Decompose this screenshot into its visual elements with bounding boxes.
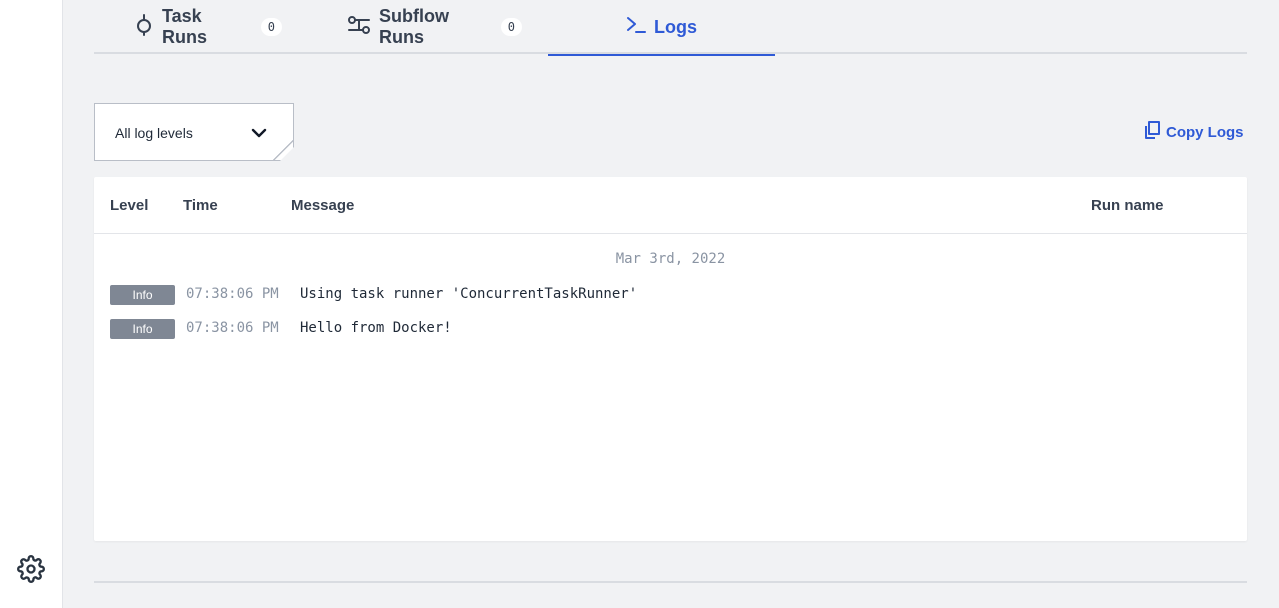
settings-gear-icon[interactable] (17, 555, 45, 583)
tab-logs-label: Logs (654, 16, 697, 37)
header-run-name: Run name (1091, 197, 1164, 214)
select-corner-decoration (273, 140, 293, 160)
subflow-icon (347, 15, 371, 40)
tab-bar: Task Runs 0 Subflow Runs 0 Logs (94, 0, 1247, 56)
log-time: 07:38:06 PM (186, 286, 279, 302)
terminal-icon (626, 16, 646, 39)
copy-logs-button[interactable]: Copy Logs (1144, 121, 1244, 143)
logs-table-header: Level Time Message Run name (94, 177, 1247, 234)
chevron-down-icon (250, 124, 268, 147)
tab-subflow-runs-label: Subflow Runs (379, 6, 449, 47)
log-level-badge: Info (110, 285, 175, 305)
tab-subflow-runs[interactable]: Subflow Runs 0 (347, 0, 522, 54)
log-date-divider: Mar 3rd, 2022 (615, 251, 726, 267)
task-runs-count: 0 (260, 18, 282, 36)
log-level-badge: Info (110, 319, 175, 339)
sidebar (0, 0, 63, 608)
tab-logs[interactable]: Logs (548, 0, 775, 56)
log-message: Hello from Docker! (300, 320, 452, 336)
header-level: Level (110, 197, 149, 214)
header-message: Message (291, 197, 355, 214)
log-message: Using task runner 'ConcurrentTaskRunner' (300, 286, 638, 302)
header-time: Time (183, 197, 218, 214)
subflow-runs-count: 0 (500, 18, 522, 36)
copy-logs-label: Copy Logs (1166, 123, 1244, 141)
log-level-select[interactable]: All log levels (94, 103, 294, 161)
log-time: 07:38:06 PM (186, 320, 279, 336)
logs-table: Level Time Message Run name Mar 3rd, 202… (94, 177, 1247, 541)
table-row: Info 07:38:06 PM Hello from Docker! (94, 317, 1247, 339)
divider (94, 581, 1247, 583)
main-content: Task Runs 0 Subflow Runs 0 Logs All log … (63, 0, 1279, 608)
tab-task-runs-label: Task Runs (162, 6, 207, 47)
task-run-icon (134, 13, 154, 41)
table-row: Info 07:38:06 PM Using task runner 'Conc… (94, 283, 1247, 305)
copy-icon (1144, 121, 1160, 143)
tab-task-runs[interactable]: Task Runs 0 (134, 0, 282, 54)
log-level-selected-value: All log levels (115, 125, 193, 141)
